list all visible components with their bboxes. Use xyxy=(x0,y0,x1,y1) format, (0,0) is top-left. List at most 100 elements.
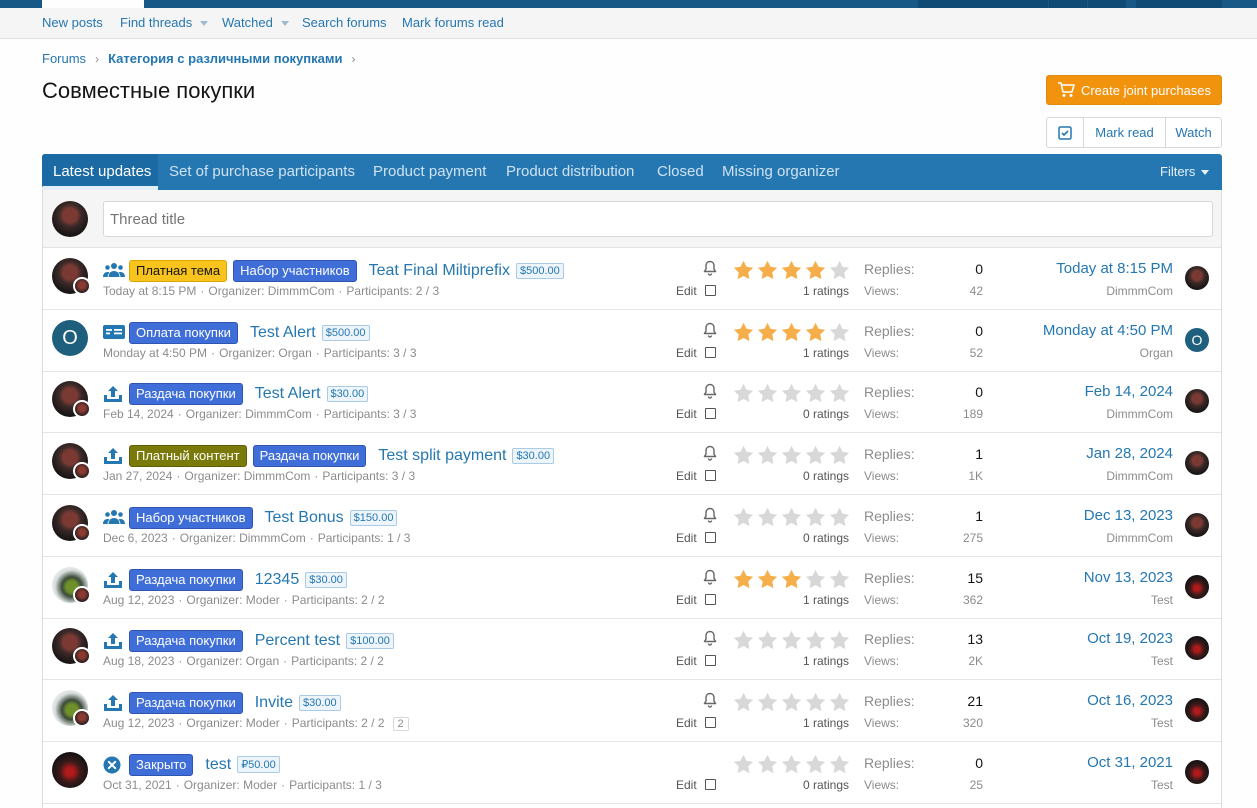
thread-row[interactable]: Раздача покупки Percent test $100.00 Aug 18… xyxy=(43,618,1221,681)
select-checkbox[interactable] xyxy=(705,408,716,420)
active-nav-tab[interactable] xyxy=(42,0,144,8)
thread-organizer[interactable]: Organizer: DimmmCom xyxy=(184,469,310,483)
edit-link[interactable]: Edit xyxy=(676,716,697,730)
select-checkbox[interactable] xyxy=(705,655,716,667)
star-icon[interactable] xyxy=(781,569,802,589)
bell-icon[interactable] xyxy=(703,630,717,646)
last-poster-avatar[interactable] xyxy=(1185,512,1209,537)
star-icon[interactable] xyxy=(829,754,850,774)
prefix-label[interactable]: Закрыто xyxy=(129,753,194,776)
star-icon[interactable] xyxy=(781,445,802,465)
star-rating[interactable] xyxy=(733,692,853,712)
last-poster-mini-avatar[interactable] xyxy=(73,523,91,542)
star-icon[interactable] xyxy=(829,569,850,589)
star-icon[interactable] xyxy=(829,507,850,527)
star-icon[interactable] xyxy=(733,754,754,774)
thread-title-link[interactable]: 12345 xyxy=(255,571,300,589)
last-poster-avatar[interactable] xyxy=(1185,574,1209,599)
thread-title-link[interactable]: Test split payment xyxy=(378,447,506,465)
star-icon[interactable] xyxy=(781,692,802,712)
last-post-user[interactable]: DimmmCom xyxy=(1106,407,1173,421)
thread-start-date[interactable]: Aug 18, 2023 xyxy=(103,654,174,668)
thread-title-link[interactable]: test xyxy=(205,756,231,774)
thread-row[interactable]: Платная тема Набор участников Teat Final M… xyxy=(43,248,1221,310)
thread-organizer[interactable]: Organizer: DimmmCom xyxy=(186,407,312,421)
tab-product-distribution[interactable]: Product distribution xyxy=(506,163,634,180)
star-icon[interactable] xyxy=(829,445,850,465)
create-joint-purchase-button[interactable]: Create joint purchases xyxy=(1046,75,1222,105)
find-threads-menu[interactable]: Find threads xyxy=(120,15,209,30)
select-checkbox[interactable] xyxy=(705,593,716,605)
star-icon[interactable] xyxy=(781,260,802,280)
thread-title-link[interactable]: Test Alert xyxy=(255,385,321,403)
mark-read-button[interactable]: Mark read xyxy=(1084,118,1166,147)
last-poster-mini-avatar[interactable] xyxy=(73,647,91,666)
nav-inbox-area[interactable] xyxy=(1049,0,1087,8)
star-icon[interactable] xyxy=(757,260,778,280)
thread-row[interactable]: Раздача покупки Test Alert $30.00 Feb 14, 2… xyxy=(43,371,1221,434)
last-post-date[interactable]: Jan 28, 2024 xyxy=(1086,445,1173,462)
thread-title-link[interactable]: Percent test xyxy=(255,632,340,650)
thread-start-date[interactable]: Monday at 4:50 PM xyxy=(103,346,207,360)
star-icon[interactable] xyxy=(757,630,778,650)
last-post-date[interactable]: Oct 31, 2021 xyxy=(1087,754,1173,771)
thread-row[interactable]: Раздача покупки Invite $30.00 Aug 12, 2023 ·… xyxy=(43,680,1221,742)
bell-icon[interactable] xyxy=(703,569,717,585)
star-rating[interactable] xyxy=(733,507,853,527)
star-icon[interactable] xyxy=(805,630,826,650)
breadcrumb-forums[interactable]: Forums xyxy=(42,51,86,66)
prefix-label[interactable]: Оплата покупки xyxy=(129,321,238,344)
star-icon[interactable] xyxy=(805,322,826,342)
prefix-label[interactable]: Раздача покупки xyxy=(129,568,243,591)
select-checkbox[interactable] xyxy=(705,346,716,358)
last-post-date[interactable]: Dec 13, 2023 xyxy=(1084,507,1173,524)
last-post-date[interactable]: Feb 14, 2024 xyxy=(1085,383,1173,400)
tab-closed[interactable]: Closed xyxy=(657,163,704,180)
thread-start-date[interactable]: Jan 27, 2024 xyxy=(103,469,172,483)
last-poster-avatar[interactable] xyxy=(1185,389,1209,414)
last-post-user[interactable]: Organ xyxy=(1140,346,1173,360)
star-icon[interactable] xyxy=(781,630,802,650)
last-post-date[interactable]: Oct 16, 2023 xyxy=(1087,692,1173,709)
star-rating[interactable] xyxy=(733,630,853,650)
star-icon[interactable] xyxy=(757,322,778,342)
nav-search-area[interactable] xyxy=(1136,0,1222,8)
prefix-label[interactable]: Платная тема xyxy=(129,260,228,282)
nav-alerts-area[interactable] xyxy=(1088,0,1126,8)
bell-icon[interactable] xyxy=(703,260,717,276)
page-badge[interactable]: 2 xyxy=(392,716,409,731)
avatar[interactable] xyxy=(52,751,88,788)
thread-start-date[interactable]: Oct 31, 2021 xyxy=(103,778,172,792)
star-icon[interactable] xyxy=(805,507,826,527)
prefix-label[interactable]: Набор участников xyxy=(233,260,357,282)
star-rating[interactable] xyxy=(733,569,853,589)
last-poster-mini-avatar[interactable] xyxy=(73,400,91,419)
bell-icon[interactable] xyxy=(703,692,717,708)
nav-account-area[interactable] xyxy=(918,0,1048,8)
select-checkbox[interactable] xyxy=(705,285,716,296)
star-icon[interactable] xyxy=(805,692,826,712)
star-rating[interactable] xyxy=(733,322,853,342)
star-rating[interactable] xyxy=(733,383,853,403)
thread-row[interactable]: Закрыто test ₽50.00 Oct 31, 2021 · Organizer:… xyxy=(43,742,1221,804)
star-icon[interactable] xyxy=(781,754,802,774)
thread-title-input[interactable] xyxy=(103,201,1213,237)
last-poster-mini-avatar[interactable] xyxy=(73,277,91,295)
last-post-user[interactable]: Test xyxy=(1151,654,1173,668)
last-poster-avatar[interactable] xyxy=(1185,697,1209,722)
select-checkbox[interactable] xyxy=(705,778,716,790)
star-icon[interactable] xyxy=(829,383,850,403)
star-icon[interactable] xyxy=(829,692,850,712)
prefix-label[interactable]: Раздача покупки xyxy=(129,691,243,714)
star-icon[interactable] xyxy=(805,383,826,403)
bell-icon[interactable] xyxy=(703,445,717,461)
thread-start-date[interactable]: Aug 12, 2023 xyxy=(103,593,174,607)
last-poster-mini-avatar[interactable] xyxy=(73,462,91,481)
bell-icon[interactable] xyxy=(703,507,717,523)
last-post-user[interactable]: Test xyxy=(1151,716,1173,730)
last-post-date[interactable]: Oct 19, 2023 xyxy=(1087,630,1173,647)
last-post-user[interactable]: Test xyxy=(1151,593,1173,607)
thread-start-date[interactable]: Feb 14, 2024 xyxy=(103,407,174,421)
star-icon[interactable] xyxy=(805,569,826,589)
star-icon[interactable] xyxy=(829,260,850,280)
